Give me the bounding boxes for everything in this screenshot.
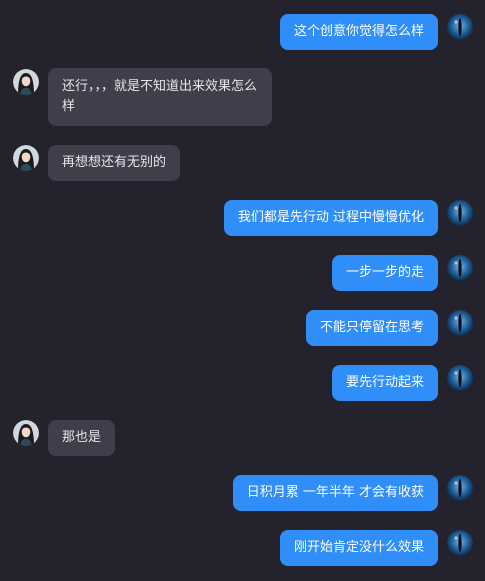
their-message-bubble[interactable]: 再想想还有无别的: [48, 145, 181, 181]
my-avatar-icon[interactable]: [447, 200, 473, 226]
message-row: 一步一步的走: [0, 255, 485, 291]
my-avatar-icon[interactable]: [447, 365, 473, 391]
my-message-bubble[interactable]: 要先行动起来: [331, 365, 438, 401]
my-message-bubble[interactable]: 不能只停留在思考: [305, 310, 438, 346]
message-row: 那也是: [0, 420, 485, 456]
my-message-bubble[interactable]: 日积月累 一年半年 才会有收获: [232, 475, 438, 511]
message-row: 不能只停留在思考: [0, 310, 485, 346]
their-avatar-icon[interactable]: [13, 420, 39, 446]
message-row: 还行，，，就是不知道出来效果怎么样: [0, 68, 485, 126]
chat-message-list[interactable]: 这个创意你觉得怎么样 还行，，，就是不知道出来效果怎么样 再想想还有无别的 我们…: [0, 0, 485, 581]
my-message-bubble[interactable]: 一步一步的走: [331, 255, 438, 291]
message-row: 再想想还有无别的: [0, 145, 485, 181]
my-avatar-icon[interactable]: [447, 14, 473, 40]
message-row: 这个创意你觉得怎么样: [0, 14, 485, 50]
my-avatar-icon[interactable]: [447, 475, 473, 501]
their-avatar-icon[interactable]: [13, 145, 39, 171]
their-avatar-icon[interactable]: [13, 69, 39, 95]
their-message-bubble[interactable]: 那也是: [48, 420, 116, 456]
my-message-bubble[interactable]: 这个创意你觉得怎么样: [279, 14, 438, 50]
my-avatar-icon[interactable]: [447, 255, 473, 281]
message-row: 我们都是先行动 过程中慢慢优化: [0, 200, 485, 236]
message-row: 刚开始肯定没什么效果: [0, 530, 485, 566]
my-avatar-icon[interactable]: [447, 530, 473, 556]
message-row: 要先行动起来: [0, 365, 485, 401]
message-row: 日积月累 一年半年 才会有收获: [0, 475, 485, 511]
my-message-bubble[interactable]: 刚开始肯定没什么效果: [279, 530, 438, 566]
my-message-bubble[interactable]: 我们都是先行动 过程中慢慢优化: [223, 200, 438, 236]
my-avatar-icon[interactable]: [447, 310, 473, 336]
their-message-bubble[interactable]: 还行，，，就是不知道出来效果怎么样: [48, 68, 272, 126]
